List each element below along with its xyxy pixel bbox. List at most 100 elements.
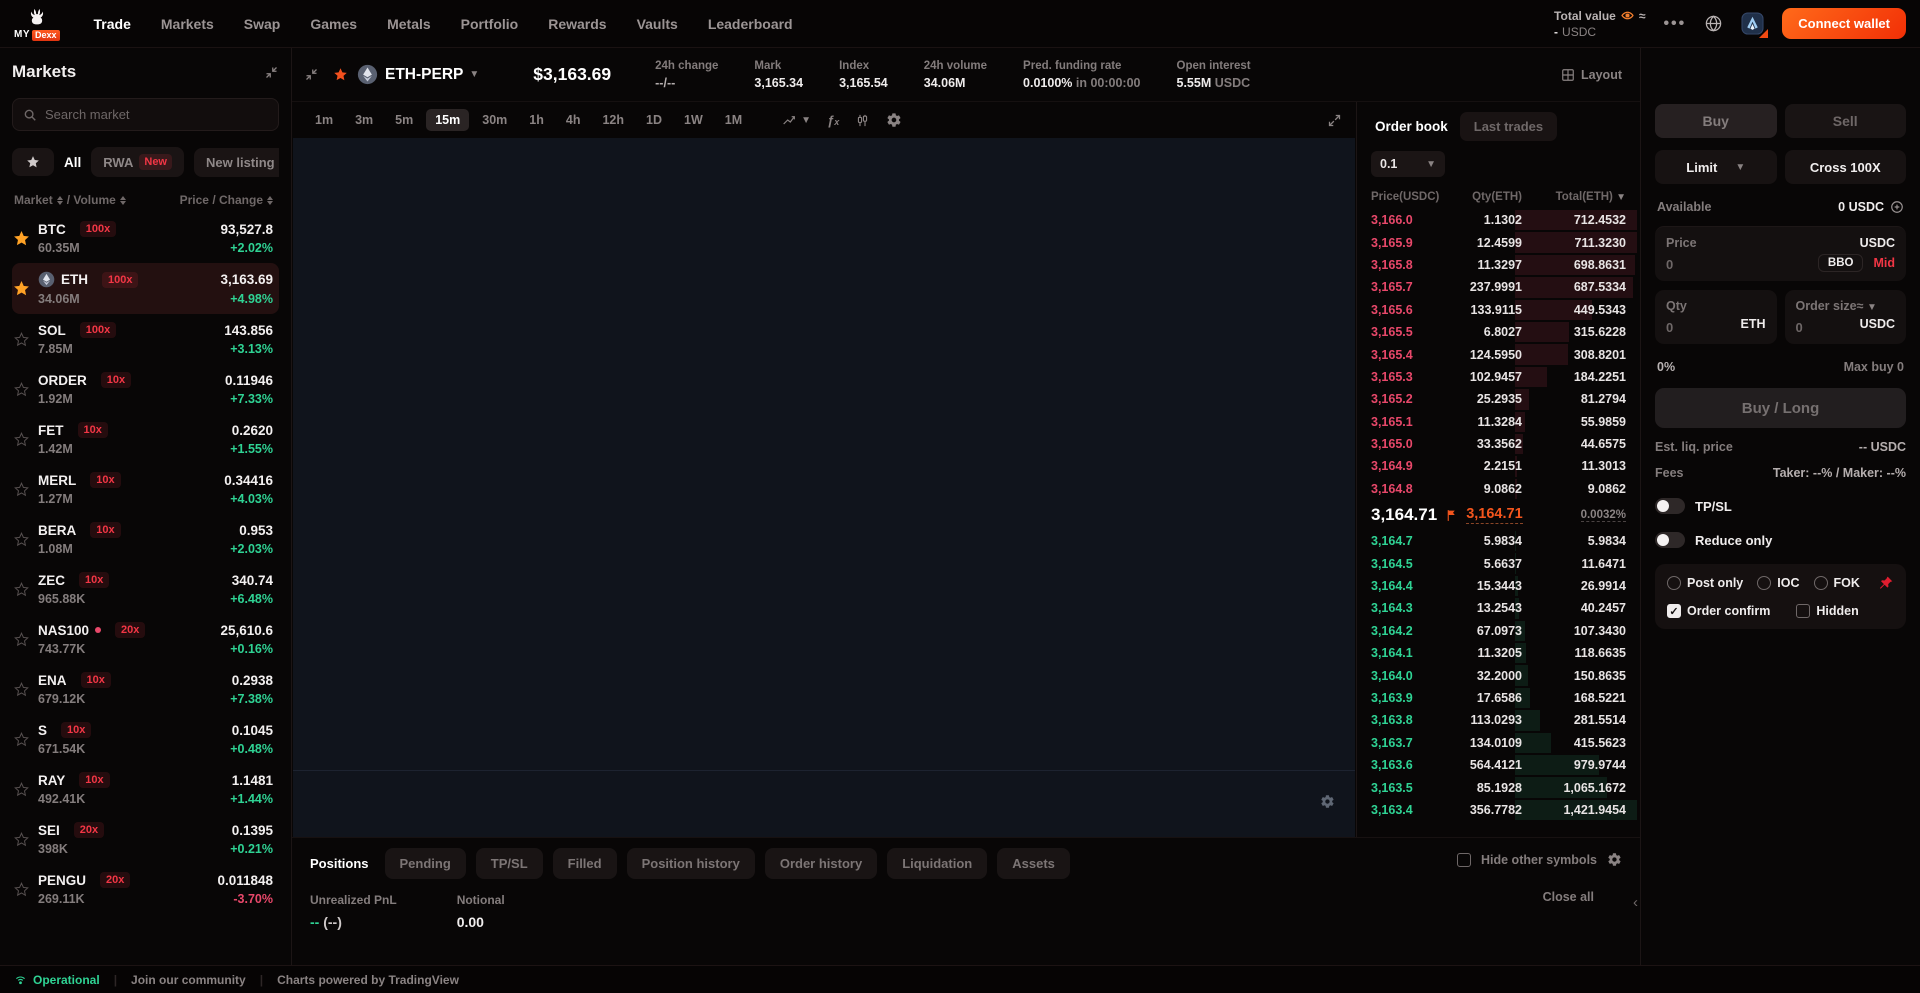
size-slider[interactable]: 0% Max buy 0 — [1657, 360, 1904, 374]
bottom-tab-tp-sl[interactable]: TP/SL — [476, 848, 543, 879]
tradingview-credit[interactable]: Charts powered by TradingView — [277, 973, 459, 987]
search-input[interactable] — [45, 107, 268, 122]
star-icon[interactable] — [14, 732, 30, 747]
mark-price-link[interactable]: 3,164.71 — [1466, 506, 1522, 524]
more-menu-icon[interactable]: ••• — [1663, 15, 1686, 33]
close-all-button[interactable]: Close all — [1543, 890, 1594, 904]
buy-long-button[interactable]: Buy / Long — [1655, 388, 1906, 428]
nav-item-swap[interactable]: Swap — [244, 16, 281, 32]
ask-row[interactable]: 3,166.01.1302712.4532 — [1357, 209, 1640, 231]
tick-size-select[interactable]: 0.1 ▼ — [1371, 151, 1445, 177]
ask-row[interactable]: 3,165.225.293581.2794 — [1357, 388, 1640, 410]
timeframe-3m[interactable]: 3m — [346, 109, 382, 131]
col-market[interactable]: Market — [14, 193, 53, 207]
symbol-name[interactable]: ETH-PERP — [385, 66, 463, 84]
star-icon[interactable] — [14, 632, 30, 647]
symbol-caret-icon[interactable]: ▼ — [469, 69, 479, 80]
candles-icon[interactable] — [855, 113, 870, 128]
ask-row[interactable]: 3,164.92.215111.3013 — [1357, 455, 1640, 477]
bottom-tab-order-history[interactable]: Order history — [765, 848, 877, 879]
status-operational[interactable]: Operational — [14, 973, 100, 987]
market-row-pengu[interactable]: PENGU20x0.011848269.11K-3.70% — [12, 864, 279, 914]
bid-row[interactable]: 3,164.111.3205118.6635 — [1357, 642, 1640, 664]
sort-price-icon[interactable] — [267, 196, 273, 205]
market-row-bera[interactable]: BERA10x0.9531.08M+2.03% — [12, 514, 279, 564]
ioc-radio[interactable]: IOC — [1757, 576, 1799, 590]
tab-last-trades[interactable]: Last trades — [1460, 112, 1557, 141]
ask-row[interactable]: 3,165.6133.9115449.5343 — [1357, 299, 1640, 321]
deposit-icon[interactable] — [1890, 200, 1904, 214]
bid-row[interactable]: 3,163.8113.0293281.5514 — [1357, 709, 1640, 731]
nav-item-portfolio[interactable]: Portfolio — [461, 16, 519, 32]
fullscreen-icon[interactable] — [1327, 113, 1342, 128]
reduce-only-toggle-row[interactable]: Reduce only — [1655, 532, 1906, 548]
connect-wallet-button[interactable]: Connect wallet — [1782, 8, 1906, 39]
community-link[interactable]: Join our community — [131, 973, 246, 987]
ob-col-total[interactable]: Total(ETH) ▼ — [1522, 191, 1626, 203]
price-input[interactable]: 0 — [1666, 257, 1673, 272]
timeframe-30m[interactable]: 30m — [473, 109, 516, 131]
network-icon[interactable] — [1741, 12, 1764, 35]
collapse-panel-icon[interactable] — [264, 65, 279, 80]
market-row-btc[interactable]: BTC100x93,527.860.35M+2.02% — [12, 213, 279, 263]
trendline-tool-icon[interactable]: ▼ — [781, 112, 811, 128]
qty-field[interactable]: Qty 0 ETH — [1655, 290, 1777, 344]
bottom-tab-assets[interactable]: Assets — [997, 848, 1070, 879]
nav-item-games[interactable]: Games — [310, 16, 357, 32]
ask-row[interactable]: 3,165.3102.9457184.2251 — [1357, 366, 1640, 388]
ask-row[interactable]: 3,165.7237.9991687.5334 — [1357, 276, 1640, 298]
nav-item-leaderboard[interactable]: Leaderboard — [708, 16, 793, 32]
market-row-nas100[interactable]: NAS10020x25,610.6743.77K+0.16% — [12, 614, 279, 664]
markets-column-headers[interactable]: Market / Volume Price / Change — [12, 193, 279, 207]
market-row-eth[interactable]: ETH100x3,163.6934.06M+4.98% — [12, 263, 279, 314]
pin-icon[interactable] — [1878, 575, 1894, 591]
bid-row[interactable]: 3,164.55.663711.6471 — [1357, 552, 1640, 574]
timeframe-1m[interactable]: 1M — [716, 109, 751, 131]
bid-row[interactable]: 3,163.7134.0109415.5623 — [1357, 732, 1640, 754]
bid-row[interactable]: 3,163.585.19281,065.1672 — [1357, 776, 1640, 798]
layout-button[interactable]: Layout — [1561, 68, 1622, 82]
star-icon[interactable] — [14, 682, 30, 697]
ask-row[interactable]: 3,165.912.4599711.3230 — [1357, 231, 1640, 253]
ask-row[interactable]: 3,165.811.3297698.8631 — [1357, 254, 1640, 276]
bid-row[interactable]: 3,164.75.98345.9834 — [1357, 530, 1640, 552]
axis-settings-gear-icon[interactable] — [1320, 794, 1335, 809]
bottom-tab-position-history[interactable]: Position history — [627, 848, 755, 879]
col-price-change[interactable]: Price / Change — [180, 193, 263, 207]
buy-tab[interactable]: Buy — [1655, 104, 1777, 138]
order-type-select[interactable]: Limit ▼ — [1655, 150, 1777, 184]
chart-canvas[interactable] — [293, 138, 1355, 837]
star-icon[interactable] — [14, 432, 30, 447]
order-confirm-checkbox-row[interactable]: ✓ Order confirm — [1667, 604, 1770, 618]
favorites-filter[interactable] — [12, 148, 54, 176]
market-row-s[interactable]: S10x0.1045671.54K+0.48% — [12, 714, 279, 764]
bottom-tab-filled[interactable]: Filled — [553, 848, 617, 879]
market-row-ray[interactable]: RAY10x1.1481492.41K+1.44% — [12, 764, 279, 814]
bbo-button[interactable]: BBO — [1818, 254, 1864, 272]
order-size-label[interactable]: Order size≈ ▼ — [1796, 299, 1877, 313]
nav-item-markets[interactable]: Markets — [161, 16, 214, 32]
nav-item-vaults[interactable]: Vaults — [637, 16, 678, 32]
fok-radio[interactable]: FOK — [1814, 576, 1860, 590]
star-icon[interactable] — [14, 482, 30, 497]
ask-row[interactable]: 3,164.89.08629.0862 — [1357, 478, 1640, 500]
order-confirm-checkbox[interactable]: ✓ — [1667, 604, 1681, 618]
market-row-order[interactable]: ORDER10x0.119461.92M+7.33% — [12, 364, 279, 414]
search-market-input[interactable] — [12, 98, 279, 131]
ask-row[interactable]: 3,165.033.356244.6575 — [1357, 433, 1640, 455]
favorite-star-icon[interactable] — [333, 67, 348, 82]
collapse-trade-panel-icon[interactable]: ‹ — [1633, 894, 1638, 911]
sell-tab[interactable]: Sell — [1785, 104, 1907, 138]
bottom-tab-liquidation[interactable]: Liquidation — [887, 848, 987, 879]
bid-row[interactable]: 3,163.4356.77821,421.9454 — [1357, 799, 1640, 821]
price-field[interactable]: Price USDC 0 BBO Mid — [1655, 226, 1906, 281]
market-row-sol[interactable]: SOL100x143.8567.85M+3.13% — [12, 314, 279, 364]
star-icon[interactable] — [14, 782, 30, 797]
indicators-icon[interactable]: ƒx — [827, 113, 839, 128]
post-only-radio[interactable]: Post only — [1667, 576, 1743, 590]
bid-row[interactable]: 3,164.032.2000150.8635 — [1357, 664, 1640, 686]
collapse-sidebar-icon[interactable] — [304, 67, 319, 82]
timeframe-4h[interactable]: 4h — [557, 109, 590, 131]
orderbook-mid-row[interactable]: 3,164.71 3,164.71 0.0032% — [1357, 500, 1640, 530]
star-icon[interactable] — [14, 882, 30, 897]
